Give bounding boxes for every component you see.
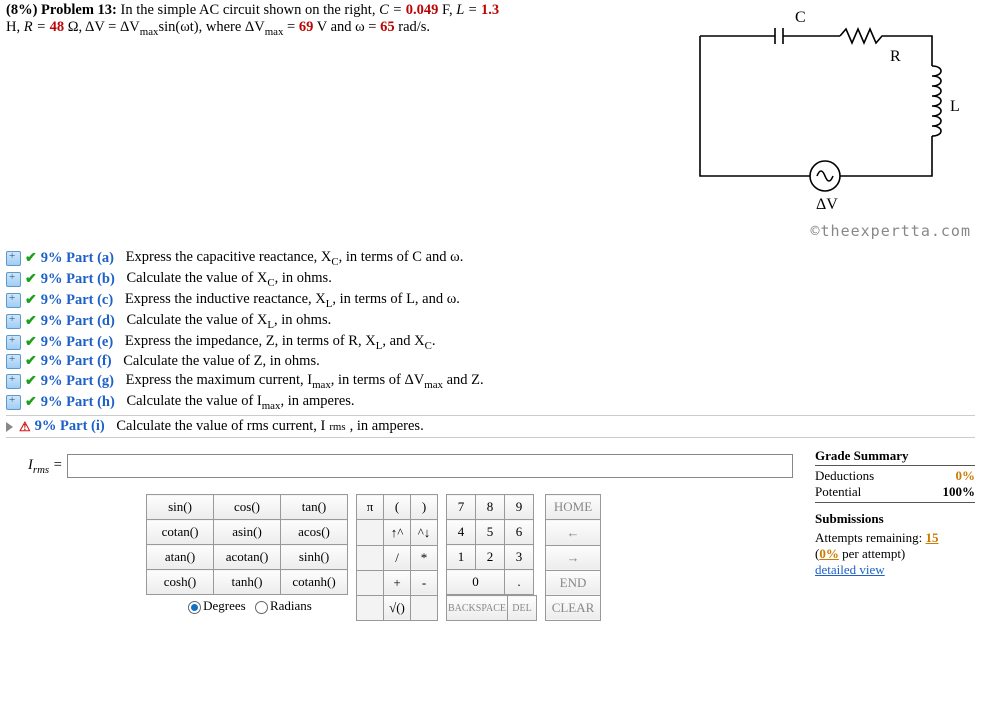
radians-radio[interactable] xyxy=(255,601,268,614)
key[interactable]: 0 xyxy=(447,570,505,595)
check-icon: ✔ xyxy=(25,334,37,351)
degrees-radio[interactable] xyxy=(188,601,201,614)
key[interactable]: π xyxy=(357,495,384,520)
part-row: ✔9% Part (g) Express the maximum current… xyxy=(6,371,975,392)
key[interactable]: ( xyxy=(384,495,411,520)
expand-icon[interactable] xyxy=(6,395,21,410)
key[interactable]: 3 xyxy=(505,545,534,570)
key[interactable] xyxy=(357,545,384,570)
key[interactable]: 1 xyxy=(447,545,476,570)
circuit-diagram: C R L ΔV ©theexpertta.com xyxy=(665,2,975,240)
key[interactable]: 4 xyxy=(447,520,476,545)
key[interactable]: ← xyxy=(546,520,601,545)
backspace-row[interactable]: BACKSPACE DEL xyxy=(446,595,537,621)
key[interactable]: sin() xyxy=(147,495,214,520)
expand-icon[interactable] xyxy=(6,251,21,266)
check-icon: ✔ xyxy=(25,353,37,370)
key[interactable]: ) xyxy=(411,495,438,520)
part-row: ✔9% Part (f) Calculate the value of Z, i… xyxy=(6,352,975,371)
key[interactable]: 9 xyxy=(505,495,534,520)
key[interactable] xyxy=(357,595,384,620)
svg-text:ΔV: ΔV xyxy=(816,196,838,213)
part-row: ✔9% Part (e) Express the impedance, Z, i… xyxy=(6,332,975,353)
key[interactable]: END xyxy=(546,570,601,595)
key[interactable]: cotanh() xyxy=(281,570,348,595)
key[interactable]: ^↓ xyxy=(411,520,438,545)
svg-text:C: C xyxy=(795,9,806,26)
key[interactable]: HOME xyxy=(546,495,601,520)
expand-icon[interactable] xyxy=(6,335,21,350)
svg-text:R: R xyxy=(890,48,901,65)
key[interactable]: / xyxy=(384,545,411,570)
symbol-keypad[interactable]: π()↑^^↓/*+-√() xyxy=(356,494,438,621)
detailed-view-link[interactable]: detailed view xyxy=(815,562,975,578)
key[interactable]: + xyxy=(384,570,411,595)
key[interactable]: CLEAR xyxy=(546,595,601,620)
key[interactable] xyxy=(357,570,384,595)
part-row: ✔9% Part (d) Calculate the value of XL, … xyxy=(6,311,975,332)
expand-icon[interactable] xyxy=(6,374,21,389)
key[interactable]: 2 xyxy=(476,545,505,570)
problem-statement: (8%) Problem 13: In the simple AC circui… xyxy=(6,2,665,240)
part-i-row: ⚠ 9% Part (i) Calculate the value of rms… xyxy=(6,417,975,436)
key[interactable]: 8 xyxy=(476,495,505,520)
part-row: ✔9% Part (c) Express the inductive react… xyxy=(6,290,975,311)
key[interactable]: sinh() xyxy=(281,545,348,570)
key[interactable]: atan() xyxy=(147,545,214,570)
expand-icon[interactable] xyxy=(6,354,21,369)
key[interactable] xyxy=(357,520,384,545)
key[interactable]: ↑^ xyxy=(384,520,411,545)
check-icon: ✔ xyxy=(25,250,37,267)
expand-current-icon[interactable] xyxy=(6,422,13,432)
function-keypad[interactable]: sin()cos()tan() cotan()asin()acos() atan()… xyxy=(146,494,348,595)
svg-text:L: L xyxy=(950,98,960,115)
answer-input[interactable] xyxy=(67,454,793,478)
answer-lhs: Irms = xyxy=(24,457,67,476)
warning-icon: ⚠ xyxy=(19,419,31,435)
key[interactable] xyxy=(411,595,438,620)
copyright: ©theexpertta.com xyxy=(665,222,975,240)
part-row: ✔9% Part (b) Calculate the value of XC, … xyxy=(6,269,975,290)
expand-icon[interactable] xyxy=(6,293,21,308)
key[interactable]: tan() xyxy=(281,495,348,520)
key[interactable]: 6 xyxy=(505,520,534,545)
check-icon: ✔ xyxy=(25,271,37,288)
key[interactable]: . xyxy=(505,570,534,595)
key[interactable]: asin() xyxy=(214,520,281,545)
part-row: ✔9% Part (a) Express the capacitive reac… xyxy=(6,248,975,269)
key[interactable]: - xyxy=(411,570,438,595)
check-icon: ✔ xyxy=(25,394,37,411)
expand-icon[interactable] xyxy=(6,314,21,329)
key[interactable]: cotan() xyxy=(147,520,214,545)
check-icon: ✔ xyxy=(25,373,37,390)
expand-icon[interactable] xyxy=(6,272,21,287)
number-keypad[interactable]: 789 456 1230. xyxy=(446,494,534,595)
key[interactable]: cos() xyxy=(214,495,281,520)
grade-summary: Grade Summary Deductions0% Potential100%… xyxy=(809,448,975,621)
key[interactable]: acotan() xyxy=(214,545,281,570)
key[interactable]: tanh() xyxy=(214,570,281,595)
key[interactable]: 7 xyxy=(447,495,476,520)
key[interactable]: → xyxy=(546,545,601,570)
key[interactable]: √() xyxy=(384,595,411,620)
key[interactable]: * xyxy=(411,545,438,570)
check-icon: ✔ xyxy=(25,292,37,309)
check-icon: ✔ xyxy=(25,313,37,330)
action-keypad[interactable]: HOME←→ENDCLEAR xyxy=(545,494,601,621)
part-row: ✔9% Part (h) Calculate the value of Imax… xyxy=(6,392,975,413)
key[interactable]: cosh() xyxy=(147,570,214,595)
key[interactable]: acos() xyxy=(281,520,348,545)
angle-mode[interactable]: Degrees Radians xyxy=(146,595,348,614)
key[interactable]: 5 xyxy=(476,520,505,545)
